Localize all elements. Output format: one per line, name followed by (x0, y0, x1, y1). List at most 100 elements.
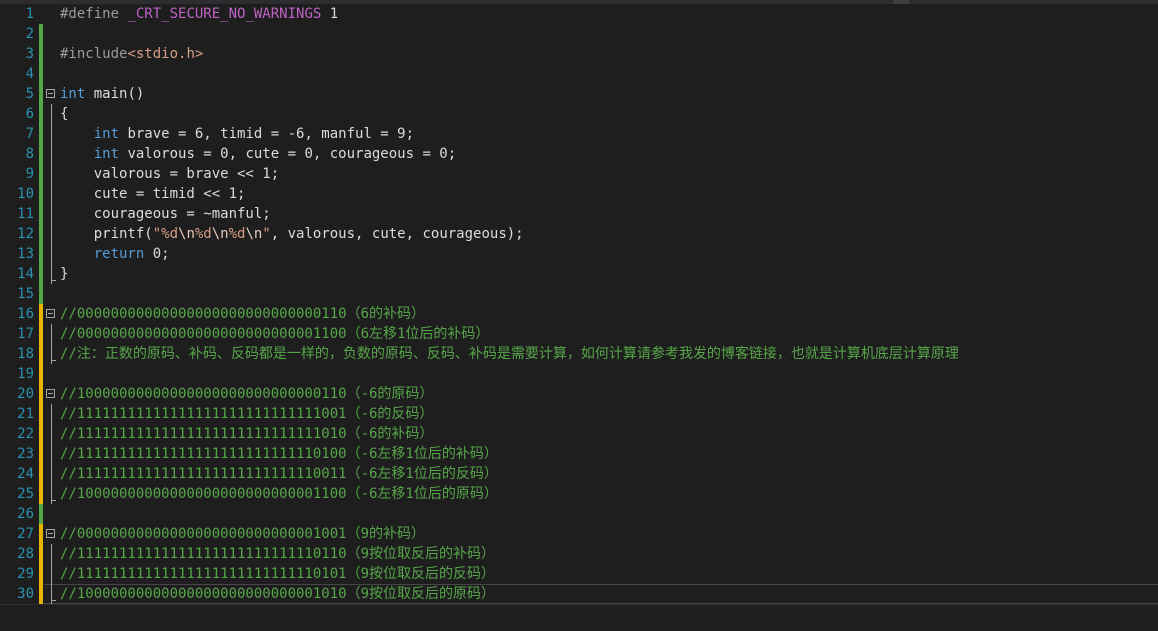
code-line[interactable]: 10 cute = timid << 1; (0, 184, 1158, 204)
fold-guide (51, 204, 52, 224)
code-line[interactable]: 26 (0, 504, 1158, 524)
fold-guide (51, 224, 52, 244)
code-text[interactable]: //11111111111111111111111111111001（-6的反码… (60, 404, 433, 424)
code-text[interactable]: courageous = ~manful; (60, 204, 271, 224)
fold-guide (51, 244, 52, 264)
line-number: 20 (17, 386, 34, 402)
code-line[interactable]: 14} (0, 264, 1158, 284)
code-token: int (93, 146, 120, 162)
code-editor[interactable]: 1 #define _CRT_SECURE_NO_WARNINGS 1 2 3 #inc… (0, 4, 1158, 604)
saved-change-marker (39, 164, 43, 184)
code-line[interactable]: 3 #include<stdio.h> (0, 44, 1158, 64)
code-token: //11111111111111111111111111111010（-6的补码… (60, 426, 434, 442)
fold-guide (51, 404, 52, 424)
code-text[interactable]: #define _CRT_SECURE_NO_WARNINGS 1 (60, 4, 338, 24)
code-text[interactable]: int valorous = 0, cute = 0, courageous =… (60, 144, 456, 164)
unsaved-change-marker (39, 324, 43, 344)
code-token: valorous = 0, cute = 0, courageous = 0; (119, 146, 457, 162)
line-number: 13 (17, 246, 34, 262)
fold-guide (51, 564, 52, 584)
code-text[interactable]: int main() (60, 84, 144, 104)
code-line[interactable]: 15 (0, 284, 1158, 304)
code-line[interactable]: 2 (0, 24, 1158, 44)
code-text[interactable]: cute = timid << 1; (60, 184, 246, 204)
code-line[interactable]: 29 //11111111111111111111111111110101（9按位… (0, 564, 1158, 584)
code-line[interactable]: 19 (0, 364, 1158, 384)
saved-change-marker (39, 264, 43, 284)
code-text[interactable]: //11111111111111111111111111111010（-6的补码… (60, 424, 433, 444)
code-text[interactable]: } (60, 264, 68, 284)
code-line[interactable]: 12 printf("%d\n%d\n%d\n", valorous, cute… (0, 224, 1158, 244)
code-text[interactable]: int brave = 6, timid = -6, manful = 9; (60, 124, 414, 144)
line-number: 22 (17, 426, 34, 442)
code-token: return (93, 246, 145, 262)
line-number: 29 (17, 566, 34, 582)
code-line[interactable]: 7 int brave = 6, timid = -6, manful = 9; (0, 124, 1158, 144)
code-line[interactable]: 11 courageous = ~manful; (0, 204, 1158, 224)
saved-change-marker (39, 44, 43, 64)
code-line[interactable]: 1 #define _CRT_SECURE_NO_WARNINGS 1 (0, 4, 1158, 24)
fold-guide (51, 344, 56, 364)
code-token: //11111111111111111111111111111001（-6的反码… (60, 406, 434, 422)
code-line[interactable]: 23 //11111111111111111111111111110100（-6左… (0, 444, 1158, 464)
code-token: _CRT_SECURE_NO_WARNINGS (127, 6, 322, 22)
collapse-icon[interactable] (46, 89, 55, 98)
code-text[interactable]: //11111111111111111111111111110101（9按位取反… (60, 564, 495, 584)
fold-guide (51, 584, 56, 604)
line-number: 3 (25, 46, 34, 62)
code-token: \n (178, 226, 195, 242)
code-token: //00000000000000000000000000000110（6的补码） (60, 306, 426, 322)
code-line[interactable]: 6{ (0, 104, 1158, 124)
code-token: int (60, 86, 86, 102)
line-number: 25 (17, 486, 34, 502)
code-text[interactable]: return 0; (60, 244, 170, 264)
code-text[interactable]: //10000000000000000000000000001100（-6左移1… (60, 484, 498, 504)
code-text[interactable]: //00000000000000000000000000001001（9的补码） (60, 524, 425, 544)
code-line[interactable]: 18 //注：正数的原码、补码、反码都是一样的，负数的原码、反码、补码是需要计算，… (0, 344, 1158, 364)
code-token: main() (85, 86, 145, 102)
code-text[interactable]: #include<stdio.h> (60, 44, 203, 64)
code-token: //00000000000000000000000000001100（6左移1位… (60, 326, 490, 342)
code-line[interactable]: 17 //00000000000000000000000000001100（6左移… (0, 324, 1158, 344)
code-line[interactable]: 30 //10000000000000000000000000001010（9按位… (0, 584, 1158, 604)
code-text[interactable]: valorous = brave << 1; (60, 164, 279, 184)
fold-guide (51, 144, 52, 164)
code-text[interactable]: //11111111111111111111111111110100（-6左移1… (60, 444, 498, 464)
code-text[interactable]: //10000000000000000000000000001010（9按位取反… (60, 584, 495, 604)
code-text[interactable]: //11111111111111111111111111110011（-6左移1… (60, 464, 498, 484)
code-line[interactable]: 21 //11111111111111111111111111111001（-6的… (0, 404, 1158, 424)
saved-change-marker (39, 144, 43, 164)
code-text[interactable]: //11111111111111111111111111110110（9按位取反… (60, 544, 495, 564)
code-token: //11111111111111111111111111110100（-6左移1… (60, 446, 498, 462)
unsaved-change-marker (39, 344, 43, 364)
collapse-icon[interactable] (46, 309, 55, 318)
unsaved-change-marker (39, 564, 43, 584)
code-token: //10000000000000000000000000001010（9按位取反… (60, 586, 496, 602)
code-text[interactable]: //00000000000000000000000000000110（6的补码） (60, 304, 425, 324)
code-line[interactable]: 8 int valorous = 0, cute = 0, courageous… (0, 144, 1158, 164)
unsaved-change-marker (39, 544, 43, 564)
code-text[interactable]: //00000000000000000000000000001100（6左移1位… (60, 324, 489, 344)
code-line[interactable]: 4 (0, 64, 1158, 84)
code-line[interactable]: 27 //00000000000000000000000000001001（9的补… (0, 524, 1158, 544)
code-text[interactable]: //注：正数的原码、补码、反码都是一样的，负数的原码、反码、补码是需要计算，如何… (60, 344, 959, 364)
code-text[interactable]: printf("%d\n%d\n%d\n", valorous, cute, c… (60, 224, 524, 244)
code-line[interactable]: 16 //00000000000000000000000000000110（6的补… (0, 304, 1158, 324)
code-line[interactable]: 9 valorous = brave << 1; (0, 164, 1158, 184)
line-number: 1 (25, 6, 34, 22)
line-number: 8 (25, 146, 34, 162)
code-token: } (60, 266, 69, 282)
code-text[interactable]: //10000000000000000000000000000110（-6的原码… (60, 384, 433, 404)
code-token: //00000000000000000000000000001001（9的补码） (60, 526, 426, 542)
collapse-icon[interactable] (46, 389, 55, 398)
collapse-icon[interactable] (46, 529, 55, 538)
code-line[interactable]: 22 //11111111111111111111111111111010（-6的… (0, 424, 1158, 444)
code-line[interactable]: 13 return 0; (0, 244, 1158, 264)
code-line[interactable]: 20 //10000000000000000000000000000110（-6的… (0, 384, 1158, 404)
code-token: { (60, 106, 69, 122)
code-line[interactable]: 5 int main() (0, 84, 1158, 104)
code-line[interactable]: 25 //10000000000000000000000000001100（-6左… (0, 484, 1158, 504)
code-text[interactable]: { (60, 104, 68, 124)
code-line[interactable]: 28 //11111111111111111111111111110110（9按位… (0, 544, 1158, 564)
code-line[interactable]: 24 //11111111111111111111111111110011（-6左… (0, 464, 1158, 484)
